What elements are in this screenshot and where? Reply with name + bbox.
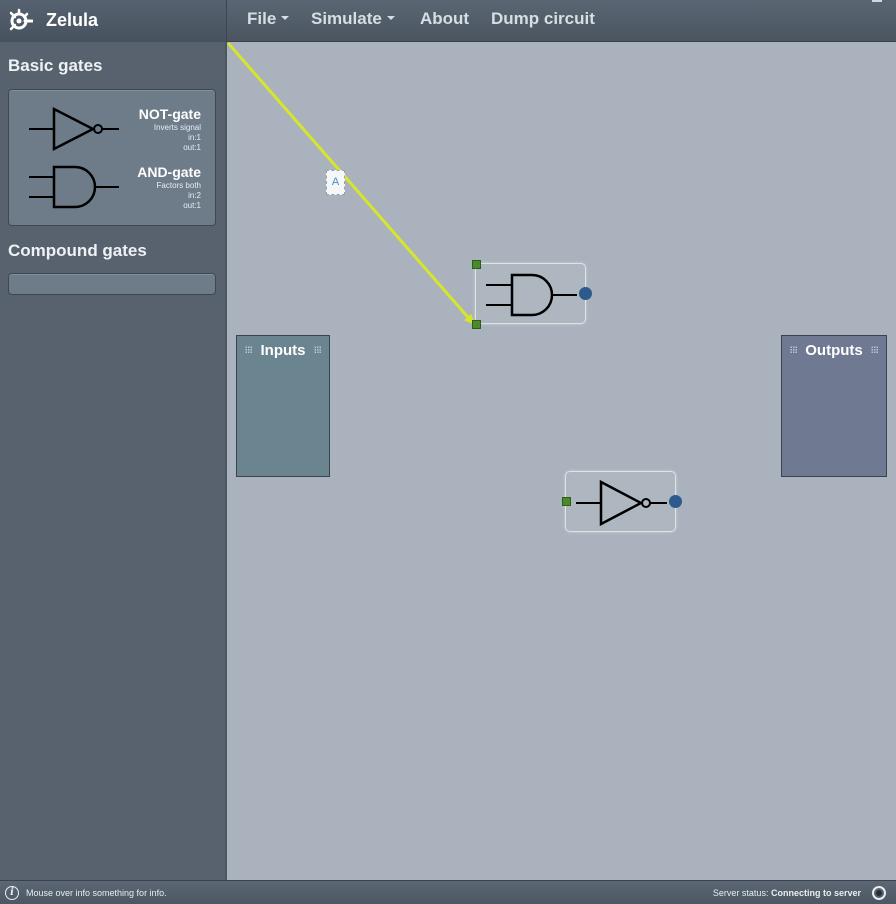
gate-description: Inverts signal <box>153 123 201 132</box>
gate-name: AND-gate <box>137 164 201 180</box>
navbar: Zelula File Simulate About Dump circuit <box>0 0 896 42</box>
server-status: Server status: Connecting to server <box>713 888 861 898</box>
basic-gates-title: Basic gates <box>8 56 103 75</box>
compound-gates-panel <box>8 273 216 295</box>
not-gate-icon <box>576 479 667 527</box>
menu-about[interactable]: About <box>420 9 469 29</box>
gate-inputs: in:1 <box>188 133 201 142</box>
menu-file-label: File <box>247 9 277 28</box>
drag-handle-icon[interactable] <box>871 346 878 353</box>
gate-name: NOT-gate <box>138 106 201 122</box>
brand[interactable]: Zelula <box>0 0 227 42</box>
not-gate-input-pin[interactable] <box>562 497 571 506</box>
and-gate-icon <box>29 165 119 209</box>
status-info-text: Mouse over info something for info. <box>26 888 167 898</box>
circuit-canvas[interactable]: A Inputs Outputs <box>227 42 896 880</box>
basic-gates-panel: NOT-gate Inverts signal in:1 out:1 AND-g… <box>8 89 216 226</box>
not-gate-node[interactable] <box>565 471 676 532</box>
menu-file[interactable]: File <box>247 9 290 29</box>
and-gate-output-pin[interactable] <box>579 287 592 300</box>
inputs-panel[interactable]: Inputs <box>236 335 330 477</box>
and-gate-node[interactable] <box>475 263 586 324</box>
menu-simulate[interactable]: Simulate <box>311 9 395 29</box>
wire-label[interactable]: A <box>326 170 345 195</box>
compound-gates-title: Compound gates <box>8 241 147 260</box>
not-gate-icon <box>29 106 119 152</box>
and-gate-input-pin-2[interactable] <box>472 320 481 329</box>
and-gate-input-pin-1[interactable] <box>472 260 481 269</box>
and-gate-icon <box>486 273 577 317</box>
info-icon: i <box>5 886 19 900</box>
drag-handle-icon[interactable] <box>314 346 321 353</box>
gate-outputs: out:1 <box>183 201 201 210</box>
sidebar-item-not-gate[interactable]: NOT-gate Inverts signal in:1 out:1 <box>9 102 215 160</box>
status-bar: i Mouse over info something for info. Se… <box>0 880 896 904</box>
chevron-down-icon <box>386 15 395 20</box>
window-minimize-icon[interactable] <box>872 0 882 2</box>
menu-dump-circuit[interactable]: Dump circuit <box>491 9 595 29</box>
gate-description: Factors both <box>156 181 201 190</box>
menu-simulate-label: Simulate <box>311 9 382 28</box>
wire-a[interactable] <box>227 42 475 325</box>
server-status-label: Server status: <box>712 888 769 898</box>
gate-outputs: out:1 <box>183 143 201 152</box>
sidebar: Basic gates NOT-gate Inverts signal in:1… <box>0 42 227 880</box>
gate-inputs: in:2 <box>188 191 201 200</box>
server-status-value: Connecting to server <box>770 888 861 898</box>
server-connection-icon <box>872 886 886 900</box>
outputs-panel[interactable]: Outputs <box>781 335 887 477</box>
chevron-down-icon <box>281 15 290 20</box>
not-gate-output-pin[interactable] <box>669 495 682 508</box>
sidebar-item-and-gate[interactable]: AND-gate Factors both in:2 out:1 <box>9 160 215 218</box>
app-title: Zelula <box>46 10 99 30</box>
zelula-logo-icon <box>9 8 33 31</box>
